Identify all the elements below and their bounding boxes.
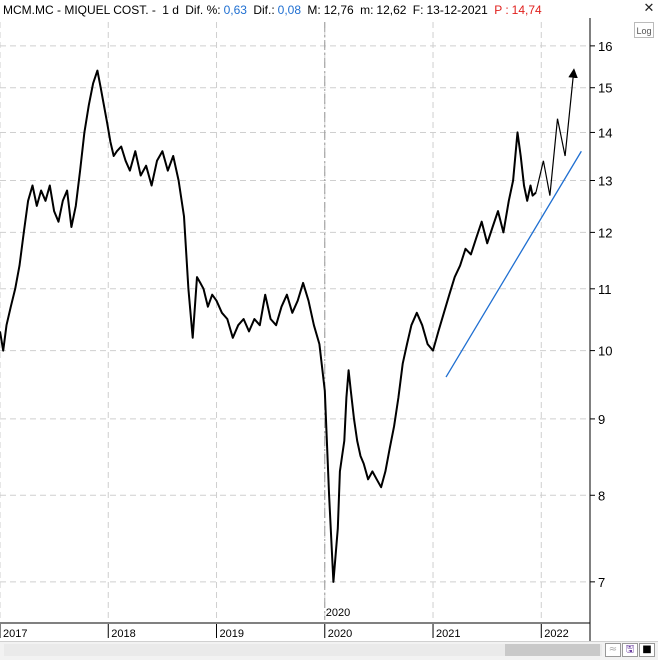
x-tick-label: 2021: [436, 628, 460, 640]
support-trendline: [445, 150, 582, 378]
y-tick-label: 8: [598, 488, 605, 503]
y-tick-label: 13: [598, 173, 612, 188]
x-tick-label: 2018: [111, 628, 135, 640]
scrollbar-thumb[interactable]: [505, 644, 600, 656]
y-tick-label: 15: [598, 81, 612, 96]
y-tick-label: 16: [598, 39, 612, 54]
x-tick-label: 2019: [220, 628, 244, 640]
price-series: [0, 69, 537, 583]
price-chart: 7 8 9 10 11 12 13 14 15 16 2017 2018 2019 2020 2021 202…: [0, 18, 612, 641]
toggle-icon[interactable]: ≈: [605, 643, 621, 657]
y-tick-label: 10: [598, 344, 612, 359]
y-tick-label: 12: [598, 225, 612, 240]
x-tick-label: 2017: [3, 628, 27, 640]
price-line: [0, 69, 537, 583]
y-tick-label: 7: [598, 575, 605, 590]
y-tick-label: 9: [598, 412, 605, 427]
y-tick-label: 14: [598, 125, 612, 140]
fill-icon[interactable]: ■: [639, 643, 655, 657]
x-tick-label: 2020: [328, 628, 352, 640]
save-icon[interactable]: 🖫: [622, 643, 638, 657]
x-tick-label: 2022: [544, 628, 568, 640]
axes: 7 8 9 10 11 12 13 14 15 16 2017 2018 2019 2020 2021 202…: [0, 18, 612, 641]
annotations: [445, 68, 582, 378]
year-marker-label: 2020: [326, 607, 350, 619]
y-tick-label: 11: [598, 282, 612, 297]
